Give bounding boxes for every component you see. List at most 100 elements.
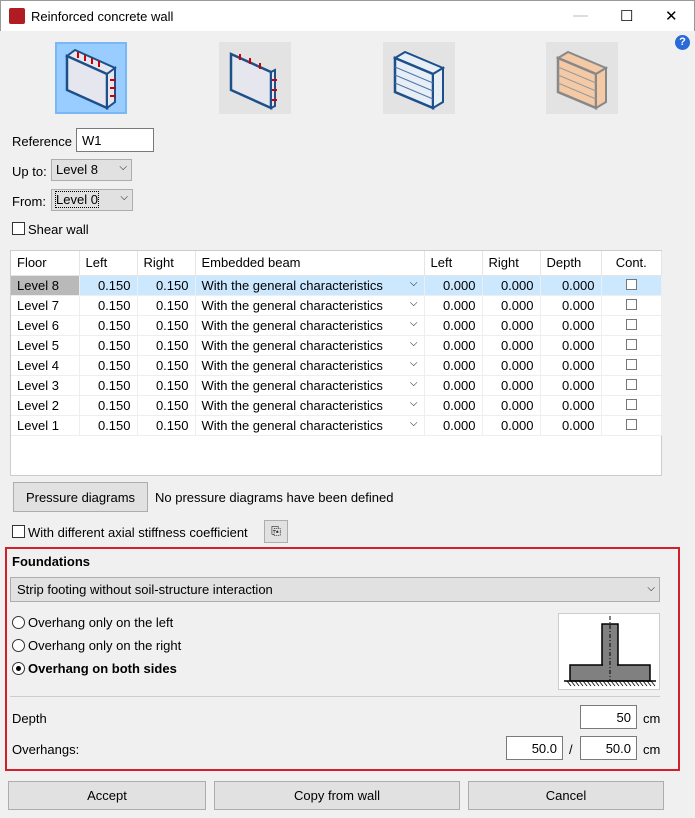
- edit-axial-icon[interactable]: ⎘: [264, 520, 288, 543]
- cell-floor[interactable]: Level 3: [11, 375, 80, 396]
- cell-left[interactable]: 0.150: [79, 275, 138, 296]
- chevron-down-icon[interactable]: ⌵: [410, 298, 418, 309]
- table-row[interactable]: Level 6 0.150 0.150 With the general charac…: [11, 315, 662, 336]
- cell-beam-right[interactable]: 0.000: [482, 335, 541, 356]
- cell-left[interactable]: 0.150: [79, 335, 138, 356]
- cell-depth[interactable]: 0.000: [540, 275, 602, 296]
- cont-checkbox[interactable]: [625, 378, 637, 390]
- cell-embedded-beam[interactable]: With the general characteristics ⌵: [195, 315, 425, 336]
- pressure-diagrams-button[interactable]: Pressure diagrams: [13, 482, 148, 512]
- cell-beam-left[interactable]: 0.000: [424, 295, 483, 316]
- col-cont[interactable]: Cont.: [601, 251, 662, 276]
- cell-right[interactable]: 0.150: [137, 355, 196, 376]
- col-beam-left[interactable]: Left: [424, 251, 483, 276]
- cell-depth[interactable]: 0.000: [540, 415, 602, 436]
- chevron-down-icon[interactable]: ⌵: [410, 318, 418, 329]
- cell-beam-right[interactable]: 0.000: [482, 295, 541, 316]
- cell-embedded-beam[interactable]: With the general characteristics ⌵: [195, 335, 425, 356]
- wall-type-reinforced[interactable]: [55, 42, 127, 114]
- cell-right[interactable]: 0.150: [137, 315, 196, 336]
- cell-beam-right[interactable]: 0.000: [482, 395, 541, 416]
- wall-type-brick[interactable]: [546, 42, 618, 114]
- col-depth[interactable]: Depth: [540, 251, 602, 276]
- cont-checkbox[interactable]: [625, 338, 637, 350]
- cell-floor[interactable]: Level 6: [11, 315, 80, 336]
- minimize-icon[interactable]: —: [573, 7, 588, 24]
- cell-embedded-beam[interactable]: With the general characteristics ⌵: [195, 375, 425, 396]
- cell-embedded-beam[interactable]: With the general characteristics ⌵: [195, 395, 425, 416]
- cell-depth[interactable]: 0.000: [540, 395, 602, 416]
- cell-floor[interactable]: Level 5: [11, 335, 80, 356]
- table-row[interactable]: Level 2 0.150 0.150 With the general charac…: [11, 395, 662, 416]
- chevron-down-icon[interactable]: ⌵: [410, 338, 418, 349]
- table-row[interactable]: Level 7 0.150 0.150 With the general charac…: [11, 295, 662, 316]
- cell-embedded-beam[interactable]: With the general characteristics ⌵: [195, 275, 425, 296]
- cell-beam-left[interactable]: 0.000: [424, 275, 483, 296]
- table-row[interactable]: Level 1 0.150 0.150 With the general charac…: [11, 415, 662, 436]
- cell-right[interactable]: 0.150: [137, 275, 196, 296]
- col-right[interactable]: Right: [137, 251, 196, 276]
- cell-left[interactable]: 0.150: [79, 295, 138, 316]
- cell-left[interactable]: 0.150: [79, 375, 138, 396]
- depth-input[interactable]: [580, 705, 637, 729]
- axial-stiffness-checkbox[interactable]: [12, 525, 25, 538]
- chevron-down-icon[interactable]: ⌵: [410, 418, 418, 429]
- cell-right[interactable]: 0.150: [137, 415, 196, 436]
- cell-left[interactable]: 0.150: [79, 415, 138, 436]
- cell-left[interactable]: 0.150: [79, 355, 138, 376]
- cell-beam-left[interactable]: 0.000: [424, 375, 483, 396]
- radio-overhang-right[interactable]: [12, 639, 25, 652]
- cell-depth[interactable]: 0.000: [540, 355, 602, 376]
- cell-beam-left[interactable]: 0.000: [424, 315, 483, 336]
- close-icon[interactable]: ✕: [665, 7, 678, 25]
- cell-left[interactable]: 0.150: [79, 315, 138, 336]
- cell-floor[interactable]: Level 7: [11, 295, 80, 316]
- cont-checkbox[interactable]: [625, 358, 637, 370]
- maximize-icon[interactable]: ☐: [620, 7, 633, 25]
- cell-beam-left[interactable]: 0.000: [424, 335, 483, 356]
- cell-beam-left[interactable]: 0.000: [424, 355, 483, 376]
- cell-depth[interactable]: 0.000: [540, 315, 602, 336]
- cell-beam-right[interactable]: 0.000: [482, 375, 541, 396]
- col-left[interactable]: Left: [79, 251, 138, 276]
- cell-beam-right[interactable]: 0.000: [482, 275, 541, 296]
- table-row[interactable]: Level 3 0.150 0.150 With the general charac…: [11, 375, 662, 396]
- cell-embedded-beam[interactable]: With the general characteristics ⌵: [195, 355, 425, 376]
- cell-embedded-beam[interactable]: With the general characteristics ⌵: [195, 295, 425, 316]
- table-row[interactable]: Level 8 0.150 0.150 With the general charac…: [11, 275, 662, 296]
- radio-overhang-both[interactable]: [12, 662, 25, 675]
- cont-checkbox[interactable]: [625, 398, 637, 410]
- cell-right[interactable]: 0.150: [137, 335, 196, 356]
- cont-checkbox[interactable]: [625, 318, 637, 330]
- cell-right[interactable]: 0.150: [137, 375, 196, 396]
- cell-floor[interactable]: Level 4: [11, 355, 80, 376]
- wall-type-block[interactable]: [383, 42, 455, 114]
- copy-from-wall-button[interactable]: Copy from wall: [214, 781, 460, 810]
- cancel-button[interactable]: Cancel: [468, 781, 664, 810]
- up-to-select[interactable]: Level 8 ⌵: [51, 159, 132, 181]
- cell-floor[interactable]: Level 2: [11, 395, 80, 416]
- from-select[interactable]: Level 0 ⌵: [51, 189, 133, 211]
- wall-type-variant[interactable]: [219, 42, 291, 114]
- cell-depth[interactable]: 0.000: [540, 295, 602, 316]
- cont-checkbox[interactable]: [625, 418, 637, 430]
- shear-wall-checkbox[interactable]: [12, 222, 25, 235]
- cell-depth[interactable]: 0.000: [540, 335, 602, 356]
- chevron-down-icon[interactable]: ⌵: [410, 358, 418, 369]
- overhang-right-input[interactable]: [580, 736, 637, 760]
- table-row[interactable]: Level 4 0.150 0.150 With the general charac…: [11, 355, 662, 376]
- cell-floor[interactable]: Level 8: [11, 275, 80, 296]
- cell-beam-right[interactable]: 0.000: [482, 355, 541, 376]
- col-embedded-beam[interactable]: Embedded beam: [195, 251, 425, 276]
- cell-beam-right[interactable]: 0.000: [482, 315, 541, 336]
- cell-floor[interactable]: Level 1: [11, 415, 80, 436]
- foundation-type-select[interactable]: Strip footing without soil-structure int…: [10, 577, 660, 602]
- cell-beam-left[interactable]: 0.000: [424, 415, 483, 436]
- radio-overhang-left[interactable]: [12, 616, 25, 629]
- cell-embedded-beam[interactable]: With the general characteristics ⌵: [195, 415, 425, 436]
- cont-checkbox[interactable]: [625, 298, 637, 310]
- accept-button[interactable]: Accept: [8, 781, 206, 810]
- reference-input[interactable]: [76, 128, 154, 152]
- cell-left[interactable]: 0.150: [79, 395, 138, 416]
- cell-depth[interactable]: 0.000: [540, 375, 602, 396]
